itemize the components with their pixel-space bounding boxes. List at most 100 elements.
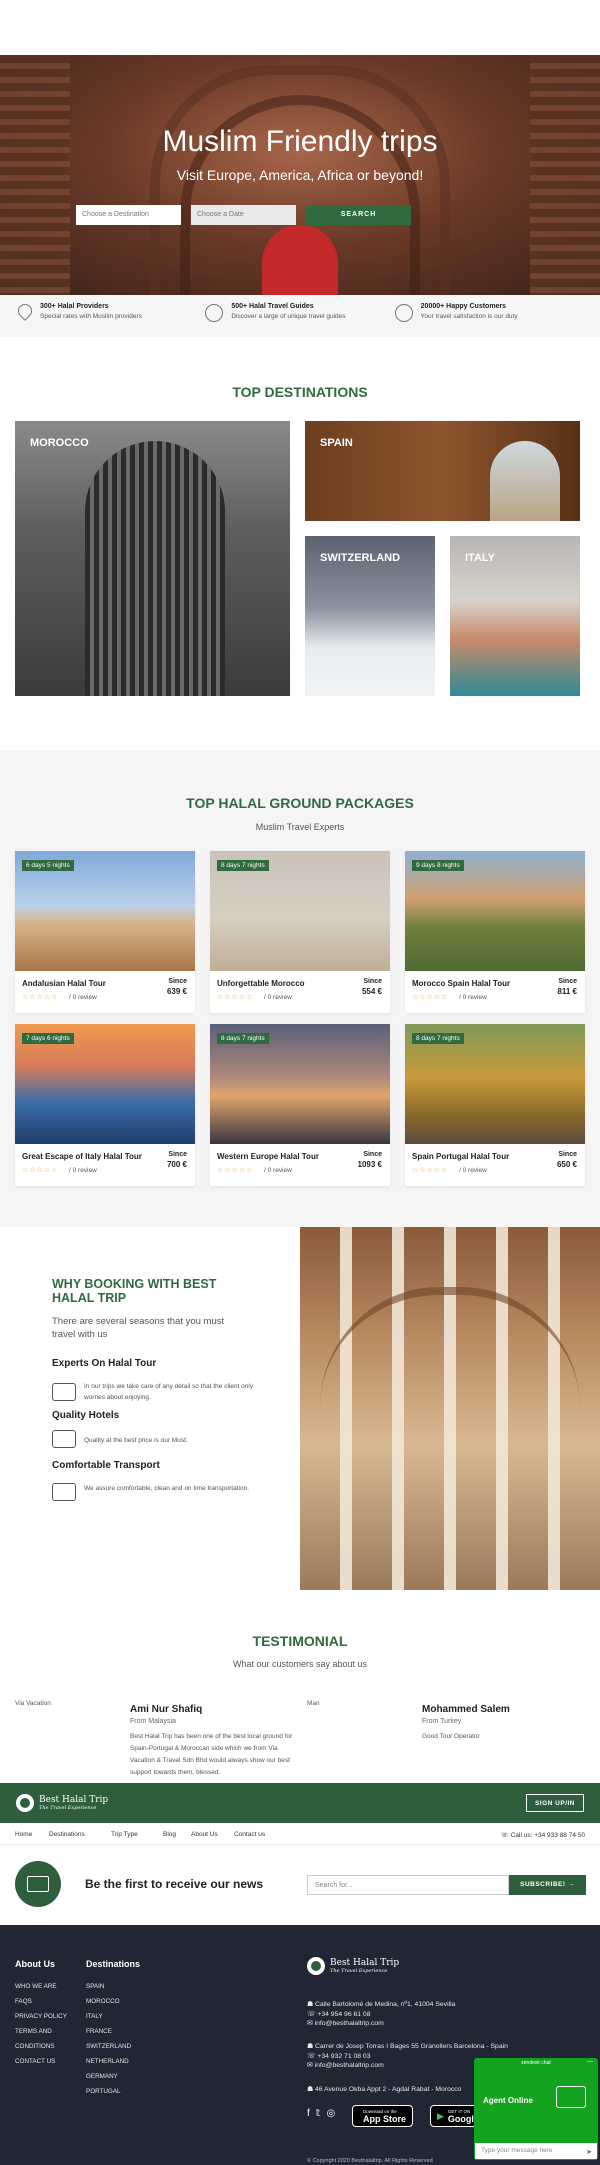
nav-link-contact[interactable]: Contact us xyxy=(234,1831,265,1838)
office-address: ☗ Carrer de Josep Torras I Bages 55 Gran… xyxy=(307,2043,508,2050)
destination-tile-morocco[interactable]: MOROCCO xyxy=(15,421,290,696)
nav-link-home[interactable]: Home xyxy=(15,1831,32,1838)
footer-link[interactable]: WHO WE ARE xyxy=(15,1982,67,1997)
package-name[interactable]: Great Escape of Italy Halal Tour xyxy=(22,1152,152,1161)
package-image[interactable]: 9 days 8 nights xyxy=(405,851,585,971)
star-rating-icon: ☆☆☆☆☆ xyxy=(22,994,59,1001)
chat-widget[interactable]: zendesk chat — Agent Online Type your me… xyxy=(474,2058,598,2160)
star-rating-icon: ☆☆☆☆☆ xyxy=(412,1167,449,1174)
facebook-icon[interactable]: f xyxy=(307,2108,310,2119)
package-card[interactable]: 8 days 7 nights Spain Portugal Halal Tou… xyxy=(405,1024,585,1186)
package-image[interactable]: 8 days 7 nights xyxy=(405,1024,585,1144)
destinations-title: TOP DESTINATIONS xyxy=(232,384,368,400)
footer-link[interactable]: GERMANY xyxy=(86,2072,131,2087)
footer-link[interactable]: SPAIN xyxy=(86,1982,131,1997)
footer-link[interactable]: CONTACT US xyxy=(15,2057,67,2072)
destination-tile-switzerland[interactable]: SWITZERLAND xyxy=(305,536,435,696)
review-count: / 0 review xyxy=(264,1167,292,1174)
logo-mark-icon xyxy=(16,1794,34,1812)
package-name[interactable]: Unforgettable Morocco xyxy=(217,979,347,988)
package-image[interactable]: 8 days 7 nights xyxy=(210,851,390,971)
package-name[interactable]: Western Europe Halal Tour xyxy=(217,1152,347,1161)
office-email[interactable]: ✉ info@besthalaltrip.com xyxy=(307,2019,455,2029)
app-store-button[interactable]: Download on the App Store xyxy=(352,2105,414,2127)
logo-mark-icon xyxy=(307,1957,325,1975)
search-button[interactable]: SEARCH xyxy=(306,205,411,225)
footer-link[interactable]: FRANCE xyxy=(86,2027,131,2042)
package-image[interactable]: 8 days 7 nights xyxy=(210,1024,390,1144)
nav-link-about[interactable]: About Us xyxy=(191,1831,218,1838)
call-us[interactable]: ☏ Call us: +34 933 88 74 50 xyxy=(501,1831,585,1839)
star-rating-icon: ☆☆☆☆☆ xyxy=(217,994,254,1001)
hotel-icon xyxy=(52,1430,76,1448)
footer-logo[interactable]: Best Halal Trip The Travel Experience xyxy=(307,1957,399,1975)
nav-link-trip-type[interactable]: Trip Type xyxy=(111,1831,138,1838)
newsletter-headline: Be the first to receive our news xyxy=(85,1877,264,1891)
package-price: 1093 € xyxy=(357,1160,382,1169)
top-strip xyxy=(0,0,600,55)
package-name[interactable]: Morocco Spain Halal Tour xyxy=(412,979,542,988)
photo-arch xyxy=(320,1287,580,1407)
footer-link[interactable]: PRIVACY POLICY xyxy=(15,2012,67,2027)
newsletter-input[interactable]: Search for... xyxy=(307,1875,509,1895)
footer-link[interactable]: MOROCCO xyxy=(86,1997,131,2012)
footer-dest-title: Destinations xyxy=(86,1959,141,1969)
review-count: / 0 review xyxy=(69,1167,97,1174)
feature-item: 500+ Halal Travel Guides Discover a larg… xyxy=(205,303,394,329)
footer-link[interactable]: CONDITIONS xyxy=(15,2042,67,2057)
twitter-icon[interactable]: 𝕥 xyxy=(316,2108,321,2119)
destination-tile-italy[interactable]: ITALY xyxy=(450,536,580,696)
destination-input[interactable]: Choose a Destination xyxy=(76,205,181,225)
chat-message-input[interactable]: Type your message here xyxy=(475,2143,597,2159)
why-heading: Experts On Halal Tour xyxy=(52,1358,157,1369)
send-icon[interactable]: ➤ xyxy=(586,2148,592,2156)
nav-link-destinations[interactable]: Destinations xyxy=(49,1831,85,1838)
user-guide-icon xyxy=(205,304,224,322)
brand-tagline: The Travel Experience xyxy=(330,1968,388,1974)
review-count: / 0 review xyxy=(69,994,97,1001)
footer-link[interactable]: FAQS xyxy=(15,1997,67,2012)
sign-up-button[interactable]: SIGN UP/IN xyxy=(526,1794,584,1812)
testimonial-from: From Turkey xyxy=(422,1718,462,1725)
date-input[interactable]: Choose a Date xyxy=(191,205,296,225)
duration-badge: 9 days 8 nights xyxy=(412,860,464,871)
feature-title: 20000+ Happy Customers xyxy=(420,303,507,310)
hero-search-form: Choose a Destination Choose a Date SEARC… xyxy=(76,205,411,225)
footer-nav: Home Destinations Trip Type Blog About U… xyxy=(0,1823,600,1845)
brand-logo[interactable]: Best Halal Trip The Travel Experience xyxy=(16,1794,108,1812)
footer-link[interactable]: PORTUGAL xyxy=(86,2087,131,2102)
destination-label: ITALY xyxy=(465,552,495,564)
packages-section: TOP HALAL GROUND PACKAGES Muslim Travel … xyxy=(0,750,600,1227)
footer-link[interactable]: ITALY xyxy=(86,2012,131,2027)
destination-tile-spain[interactable]: SPAIN xyxy=(305,421,580,521)
package-card[interactable]: 8 days 7 nights Unforgettable Morocco Si… xyxy=(210,851,390,1013)
envelope-icon xyxy=(15,1861,61,1907)
package-image[interactable]: 7 days 6 nights xyxy=(15,1024,195,1144)
top-destinations-section: TOP DESTINATIONS MOROCCO SPAIN SWITZERLA… xyxy=(0,337,600,750)
nav-link-blog[interactable]: Blog xyxy=(163,1831,176,1838)
package-name[interactable]: Spain Portugal Halal Tour xyxy=(412,1152,542,1161)
package-price: 700 € xyxy=(166,1160,187,1169)
package-price: 639 € xyxy=(166,987,187,996)
footer-link[interactable]: TERMS AND xyxy=(15,2027,67,2042)
package-card[interactable]: 6 days 5 nights Andalusian Halal Tour Si… xyxy=(15,851,195,1013)
hero-title: Muslim Friendly trips xyxy=(162,125,438,158)
package-image[interactable]: 6 days 5 nights xyxy=(15,851,195,971)
office-phone[interactable]: ☏ +34 954 96 61 08 xyxy=(307,2010,455,2020)
why-text: Quality at the best price is our Must. xyxy=(84,1437,188,1444)
hero-banner: Muslim Friendly trips Visit Europe, Amer… xyxy=(0,55,600,295)
package-card[interactable]: 8 days 7 nights Western Europe Halal Tou… xyxy=(210,1024,390,1186)
chat-status: Agent Online xyxy=(483,2096,533,2105)
feature-title: 500+ Halal Travel Guides xyxy=(231,303,314,310)
subscribe-button[interactable]: SUBSCRIBE! → xyxy=(509,1875,586,1895)
footer-link[interactable]: NETHERLAND xyxy=(86,2057,131,2072)
package-name[interactable]: Andalusian Halal Tour xyxy=(22,979,152,988)
package-card[interactable]: 7 days 6 nights Great Escape of Italy Ha… xyxy=(15,1024,195,1186)
brand-name: Best Halal Trip xyxy=(330,1958,400,1968)
chat-bubble-icon xyxy=(556,2086,586,2108)
footer-link[interactable]: SWITZERLAND xyxy=(86,2042,131,2057)
minimize-icon[interactable]: — xyxy=(587,2059,593,2065)
package-card[interactable]: 9 days 8 nights Morocco Spain Halal Tour… xyxy=(405,851,585,1013)
hero-person-figure xyxy=(262,225,338,295)
instagram-icon[interactable]: ◎ xyxy=(326,2108,335,2119)
